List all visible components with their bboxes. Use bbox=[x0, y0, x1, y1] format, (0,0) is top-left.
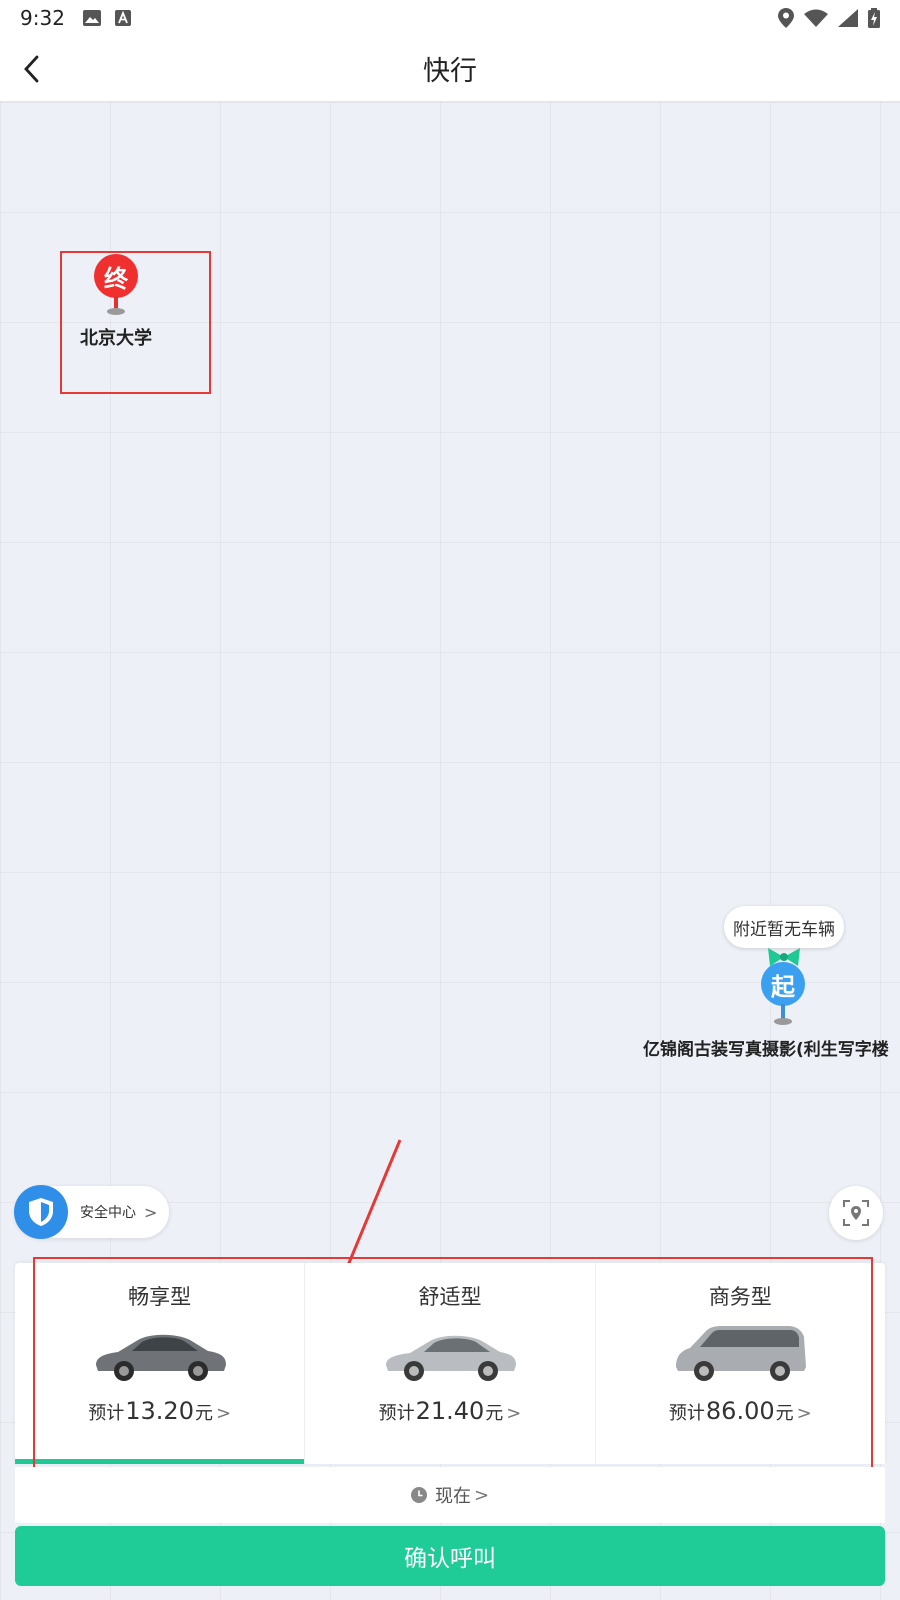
annotation-highlight-destination bbox=[60, 251, 211, 394]
start-badge: 起 bbox=[761, 962, 805, 1006]
status-time: 9:32 bbox=[20, 6, 65, 30]
location-icon bbox=[778, 8, 794, 28]
sedan-icon bbox=[385, 1335, 516, 1381]
car-name: 商务型 bbox=[708, 1285, 772, 1309]
sedan-icon bbox=[95, 1334, 226, 1381]
shield-icon bbox=[14, 1185, 68, 1239]
chevron-left-icon bbox=[24, 55, 39, 83]
page-title: 快行 bbox=[423, 56, 477, 87]
departure-time-label: 现在 bbox=[434, 1486, 471, 1507]
signal-icon bbox=[838, 9, 858, 27]
chevron-right-icon: > bbox=[473, 1484, 490, 1506]
van-icon bbox=[676, 1326, 807, 1381]
car-option-2[interactable]: 商务型 预计 86.00 元 > bbox=[596, 1263, 885, 1464]
confirm-call-button[interactable]: 确认呼叫 bbox=[15, 1526, 885, 1586]
wifi-icon bbox=[804, 9, 828, 27]
battery-icon bbox=[868, 8, 880, 28]
chevron-right-icon: > bbox=[506, 1403, 522, 1424]
departure-time-selector[interactable]: 现在 > bbox=[15, 1467, 885, 1523]
car-price: 预计 13.20 元 > bbox=[88, 1397, 232, 1425]
safety-center-label: 安全中心 bbox=[80, 1205, 136, 1221]
car-price: 预计 21.40 元 > bbox=[378, 1397, 522, 1425]
chevron-right-icon: > bbox=[215, 1403, 232, 1424]
safety-center-button[interactable]: 安全中心 > bbox=[14, 1185, 169, 1239]
image-notification-icon bbox=[82, 10, 101, 26]
selected-indicator bbox=[15, 1459, 305, 1464]
start-marker[interactable]: 起 bbox=[761, 962, 805, 1028]
car-price-value: 21.40 bbox=[415, 1397, 485, 1425]
start-label: 亿锦阁古装写真摄影(利生写字楼 bbox=[643, 1040, 889, 1060]
car-price: 预计 86.00 元 > bbox=[668, 1397, 812, 1425]
focus-location-icon bbox=[843, 1200, 869, 1226]
chevron-right-icon: > bbox=[796, 1403, 812, 1424]
car-name: 舒适型 bbox=[418, 1285, 482, 1309]
no-car-bubble: 附近暂无车辆 bbox=[724, 906, 844, 948]
locate-button[interactable] bbox=[829, 1186, 883, 1240]
back-button[interactable] bbox=[12, 50, 50, 88]
car-options-panel: 畅享型 预计 13.20 元 > 舒适型 预计 21.40 元 > 商务型 预计… bbox=[15, 1263, 885, 1464]
nav-bar: 快行 bbox=[0, 36, 900, 102]
car-option-0[interactable]: 畅享型 预计 13.20 元 > bbox=[15, 1263, 306, 1464]
car-price-value: 86.00 bbox=[705, 1397, 775, 1425]
car-name: 畅享型 bbox=[128, 1285, 192, 1309]
car-option-1[interactable]: 舒适型 预计 21.40 元 > bbox=[305, 1263, 596, 1464]
clock-icon bbox=[410, 1487, 427, 1503]
car-price-value: 13.20 bbox=[125, 1397, 194, 1425]
font-notification-icon bbox=[114, 10, 131, 26]
chevron-right-icon: > bbox=[144, 1202, 158, 1222]
status-bar: 9:32 bbox=[0, 0, 900, 36]
